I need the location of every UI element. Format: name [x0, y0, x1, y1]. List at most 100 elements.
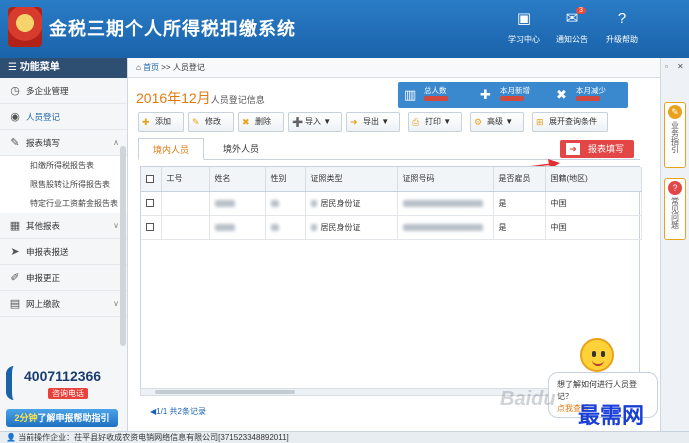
hotline-tag: 咨询电话: [48, 388, 88, 399]
app-title: 金税三期个人所得税扣缴系统: [49, 19, 296, 39]
tab-foreign[interactable]: 境外人员: [208, 138, 274, 160]
assistant-mascot[interactable]: [580, 338, 614, 372]
pagination[interactable]: ◀1/1 共2条记录: [150, 406, 206, 417]
question-icon: ?: [668, 181, 682, 195]
column-header[interactable]: 是否雇员: [493, 167, 546, 192]
cell-employee-no: [161, 191, 210, 216]
chevron-down-icon: ∨: [113, 299, 119, 308]
sidebar-item-personnel-registration[interactable]: ◉ 人员登记: [0, 104, 127, 130]
tab-domestic[interactable]: 境内人员: [138, 138, 204, 160]
stat-total[interactable]: ▥ 总人数: [400, 82, 472, 108]
study-icon: ▣: [516, 10, 532, 27]
breadcrumb-home-link[interactable]: 首页: [143, 63, 159, 72]
add-person-icon: ✚: [480, 87, 491, 102]
send-icon: ➤: [10, 246, 20, 258]
chevron-down-icon: ∨: [113, 221, 119, 230]
app-header: 金税三期个人所得税扣缴系统 ▣ 学习中心 ✉ 3 通知公告 ? 升级帮助: [0, 0, 689, 58]
cell-employee-no: [161, 215, 210, 240]
column-header[interactable]: 证照类型: [305, 167, 398, 192]
restore-icon[interactable]: ▫: [665, 62, 668, 71]
sidebar-subitem-industry-salary-report[interactable]: 特定行业工资薪金报告表: [0, 194, 127, 213]
sidebar-item-report-fill[interactable]: ✎ 报表填写 ∧: [0, 130, 127, 156]
print-button[interactable]: ⎙ 打印 ▼: [408, 112, 462, 132]
column-header[interactable]: 国籍(地区): [545, 167, 642, 192]
close-icon[interactable]: ✕: [677, 62, 684, 71]
menu-icon: ☰: [8, 62, 20, 73]
business-guide-tab[interactable]: ✎ 业务指引: [664, 102, 686, 168]
row-checkbox[interactable]: [141, 215, 162, 240]
baidu-watermark: Baidu: [500, 388, 556, 410]
scrollbar-thumb[interactable]: [155, 390, 295, 394]
table-header-row: 工号 姓名 性别 证照类型 证照号码 是否雇员 国籍(地区): [141, 167, 642, 192]
stat-value-hidden: [576, 96, 600, 101]
guide-icon: ✎: [668, 105, 682, 119]
right-panel: ▫ ✕ ✎ 业务指引 ? 常见问题: [660, 58, 689, 431]
upgrade-help-button[interactable]: ? 升级帮助: [598, 10, 646, 45]
cell-name-redacted: [209, 191, 266, 216]
sidebar-item-submit-report[interactable]: ➤ 申报表报送: [0, 239, 127, 265]
remove-person-icon: ✖: [556, 87, 567, 102]
home-icon: ⌂: [136, 63, 144, 72]
sidebar-subitem-restricted-stock-report[interactable]: 限售股转让所得报告表: [0, 175, 127, 194]
stat-value-hidden: [500, 96, 524, 101]
guide-banner-button[interactable]: 2分钟了解申报帮助指引: [6, 409, 118, 427]
expand-query-button[interactable]: ⊞ 展开查询条件: [532, 112, 608, 132]
pen-icon: ✐: [10, 272, 20, 284]
delete-button[interactable]: ✖ 删除: [238, 112, 284, 132]
sidebar-subitem-withholding-report[interactable]: 扣缴所得税报告表: [0, 156, 127, 175]
edit-button[interactable]: ✎ 修改: [188, 112, 234, 132]
edit-icon: ✎: [10, 137, 20, 149]
sidebar-item-online-payment[interactable]: ▤ 网上缴款 ∨: [0, 291, 127, 317]
chevron-up-icon: ∧: [113, 138, 119, 147]
cell-nationality: 中国: [545, 215, 642, 240]
sidebar-scrollbar[interactable]: [120, 146, 126, 346]
cell-nationality: 中国: [545, 191, 642, 216]
site-watermark: 最需网: [578, 403, 645, 428]
person-icon: ◉: [10, 111, 20, 123]
sidebar-item-correction[interactable]: ✐ 申报更正: [0, 265, 127, 291]
people-icon: ▥: [404, 87, 417, 102]
cell-gender-redacted: [265, 215, 306, 240]
column-header[interactable]: 工号: [161, 167, 210, 192]
breadcrumb-current: 人员登记: [172, 63, 205, 72]
grid-icon: ▦: [9, 220, 21, 232]
report-fill-button[interactable]: ➜ 报表填写: [560, 140, 634, 158]
cell-id-type: 居民身份证: [305, 215, 398, 240]
cell-id-type: 居民身份证: [305, 191, 398, 216]
cell-id-number-redacted: [397, 191, 494, 216]
table-row[interactable]: 居民身份证 是 中国: [141, 215, 642, 240]
sidebar-title: ☰ 功能菜单: [0, 58, 127, 78]
export-button[interactable]: ➜ 导出 ▼: [346, 112, 400, 132]
delete-icon: ✖: [242, 117, 250, 127]
stat-decrease[interactable]: ✖ 本月减少: [552, 82, 624, 108]
user-icon: 👤: [6, 433, 19, 442]
advanced-button[interactable]: ⚙ 高级 ▼: [470, 112, 524, 132]
cell-employee: 是: [493, 215, 546, 240]
notice-button[interactable]: ✉ 3 通知公告: [548, 7, 596, 45]
add-button[interactable]: ✚ 添加: [138, 112, 184, 132]
import-button[interactable]: ➕ 导入 ▼: [288, 112, 342, 132]
sidebar-item-multi-company[interactable]: ◷ 多企业管理: [0, 78, 127, 104]
print-icon: ⎙: [412, 117, 420, 127]
tax-emblem-logo: [8, 7, 42, 47]
stats-panel: ▥ 总人数 ✚ 本月新增 ✖ 本月减少: [398, 82, 628, 108]
notice-badge: 3: [576, 7, 586, 14]
stat-new[interactable]: ✚ 本月新增: [476, 82, 548, 108]
add-icon: ✚: [142, 117, 150, 127]
column-header[interactable]: 姓名: [209, 167, 266, 192]
select-all-checkbox[interactable]: [141, 167, 162, 192]
cell-name-redacted: [209, 215, 266, 240]
faq-tab[interactable]: ? 常见问题: [664, 178, 686, 240]
cell-id-number-redacted: [397, 215, 494, 240]
hotline: 4007112366 咨询电话: [4, 364, 124, 406]
study-center-button[interactable]: ▣ 学习中心: [500, 10, 548, 45]
status-bar: 👤 当前操作企业：茌平县好收成农资电销网络信息有限公司[371523348892…: [0, 431, 689, 443]
row-checkbox[interactable]: [141, 191, 162, 216]
table-row[interactable]: 居民身份证 是 中国: [141, 191, 642, 216]
edit-icon: ✎: [192, 117, 200, 127]
sidebar-item-other-reports[interactable]: ▦ 其他报表 ∨: [0, 213, 127, 239]
breadcrumb: ⌂ 首页 >> 人员登记: [128, 58, 660, 78]
column-header[interactable]: 证照号码: [397, 167, 494, 192]
import-icon: ➕: [292, 117, 304, 127]
column-header[interactable]: 性别: [265, 167, 306, 192]
